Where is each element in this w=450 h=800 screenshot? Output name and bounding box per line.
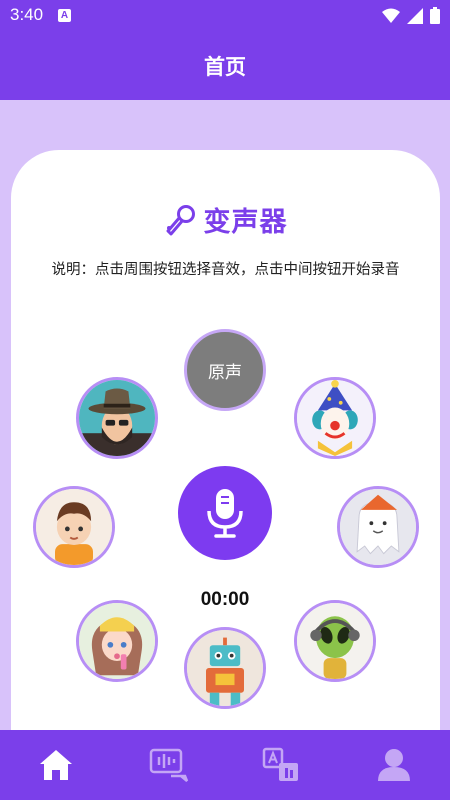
app-title-row: 变声器 [11, 200, 440, 239]
effect-child-button[interactable] [33, 486, 115, 568]
effect-clown-button[interactable] [294, 377, 376, 459]
nav-home[interactable] [0, 730, 113, 800]
original-voice-button[interactable]: 原声 [184, 329, 266, 411]
nav-voice[interactable] [113, 730, 226, 800]
signal-icon [407, 7, 423, 24]
recording-timer: 00:00 [200, 589, 250, 610]
effect-robot-button[interactable] [184, 627, 266, 709]
app-title: 变声器 [203, 207, 288, 238]
bearded-man-avatar-icon [79, 380, 155, 456]
record-button[interactable] [178, 466, 272, 560]
app-bar: 首页 [0, 32, 450, 100]
nav-profile[interactable] [338, 730, 450, 800]
child-avatar-icon [36, 489, 112, 565]
status-bar: 3:40 A [0, 0, 450, 32]
instructions-text: 说明：点击周围按钮选择音效，点击中间按钮开始录音 [51, 262, 400, 278]
original-voice-label: 原声 [208, 362, 242, 383]
effect-uncle-button[interactable] [76, 377, 158, 459]
microphone-icon [207, 489, 243, 538]
battery-icon [430, 7, 440, 24]
profile-icon [377, 749, 410, 781]
clown-avatar-icon [297, 380, 373, 456]
effect-ghost-button[interactable] [337, 486, 419, 568]
robot-avatar-icon [187, 630, 263, 706]
translate-icon [263, 747, 299, 781]
home-icon [40, 750, 73, 780]
nav-translate[interactable] [225, 730, 338, 800]
voice-chat-icon [149, 748, 188, 782]
effect-girl-button[interactable] [76, 600, 158, 682]
ghost-avatar-icon [340, 489, 416, 565]
alien-avatar-icon [297, 603, 373, 679]
microphone-logo-icon [166, 204, 195, 235]
status-time: 3:40 [10, 5, 44, 24]
effect-alien-button[interactable] [294, 600, 376, 682]
notification-a-icon: A [58, 9, 71, 22]
bottom-navigation [0, 730, 450, 800]
wifi-icon [382, 8, 400, 23]
status-indicators [382, 7, 440, 24]
page-title: 首页 [204, 55, 246, 79]
girl-avatar-icon [79, 603, 155, 679]
